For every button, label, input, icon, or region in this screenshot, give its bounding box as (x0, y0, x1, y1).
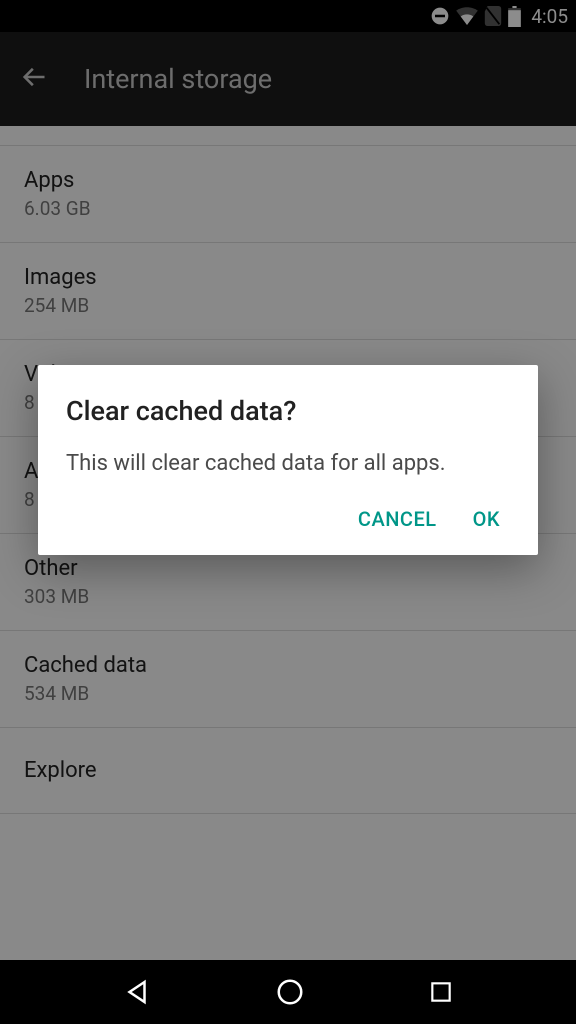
navigation-bar (0, 960, 576, 1024)
dialog-actions: CANCEL OK (66, 507, 510, 539)
dialog-title: Clear cached data? (66, 395, 510, 427)
clear-cache-dialog: Clear cached data? This will clear cache… (38, 365, 538, 555)
nav-home-icon[interactable] (275, 977, 305, 1007)
nav-recent-icon[interactable] (428, 979, 454, 1005)
cancel-button[interactable]: CANCEL (358, 507, 437, 531)
ok-button[interactable]: OK (473, 507, 500, 531)
dialog-body: This will clear cached data for all apps… (66, 449, 510, 479)
nav-back-icon[interactable] (122, 977, 152, 1007)
modal-scrim[interactable]: Clear cached data? This will clear cache… (0, 0, 576, 1024)
